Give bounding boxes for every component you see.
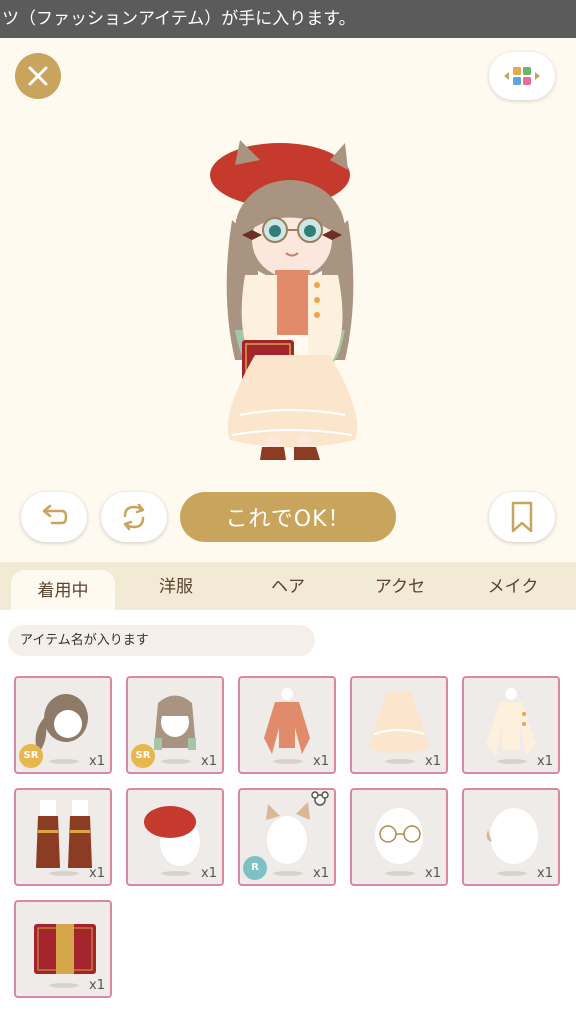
tab-wearing[interactable]: 着用中 — [11, 570, 115, 612]
cell-shadow — [497, 871, 527, 876]
color-palette-icon — [504, 67, 540, 85]
bookmark-icon — [511, 501, 533, 533]
item-quantity: x1 — [201, 866, 217, 881]
item-cell-boots[interactable]: x1 — [14, 788, 112, 886]
item-quantity: x1 — [425, 754, 441, 769]
item-quantity: x1 — [537, 754, 553, 769]
item-cell-round-glasses[interactable]: x1 — [350, 788, 448, 886]
item-quantity: x1 — [89, 754, 105, 769]
item-cell-cat-ears[interactable]: R x1 — [238, 788, 336, 886]
avatar-character — [210, 140, 358, 460]
cell-shadow — [385, 759, 415, 764]
info-banner: ツ（ファッションアイテム）が手に入ります。 — [0, 0, 576, 38]
undo-button[interactable] — [21, 492, 87, 542]
item-quantity: x1 — [89, 978, 105, 993]
cell-shadow — [49, 759, 79, 764]
cell-shadow — [385, 871, 415, 876]
undo-icon — [42, 504, 68, 525]
item-name-field: アイテム名が入ります — [8, 625, 315, 656]
cell-shadow — [161, 871, 191, 876]
bookmark-button[interactable] — [489, 492, 555, 542]
cell-shadow — [497, 759, 527, 764]
confirm-ok-button[interactable]: これでOK！ — [180, 492, 396, 542]
tab-accessory[interactable]: アクセ — [344, 562, 456, 610]
cell-shadow — [49, 871, 79, 876]
item-cell-book[interactable]: x1 — [14, 900, 112, 998]
cell-shadow — [49, 983, 79, 988]
item-cell-blouse[interactable]: x1 — [238, 676, 336, 774]
cell-shadow — [273, 871, 303, 876]
item-quantity: x1 — [537, 866, 553, 881]
color-palette-button[interactable] — [489, 52, 555, 100]
item-cell-lace-skirt[interactable]: x1 — [350, 676, 448, 774]
rarity-badge: SR — [19, 744, 43, 768]
tab-clothes[interactable]: 洋服 — [120, 562, 232, 610]
tab-makeup[interactable]: メイク — [456, 562, 570, 610]
item-quantity: x1 — [313, 866, 329, 881]
item-quantity: x1 — [313, 754, 329, 769]
item-cell-cardigan[interactable]: x1 — [462, 676, 560, 774]
rarity-badge: R — [243, 856, 267, 880]
rotate-icon — [123, 503, 145, 531]
cell-shadow — [161, 759, 191, 764]
item-quantity: x1 — [89, 866, 105, 881]
tab-hair[interactable]: ヘア — [232, 562, 344, 610]
item-cell-ponytail-hair[interactable]: SR x1 — [14, 676, 112, 774]
item-quantity: x1 — [201, 754, 217, 769]
banner-text: ツ（ファッションアイテム）が手に入ります。 — [2, 9, 356, 29]
item-cell-red-beret[interactable]: x1 — [126, 788, 224, 886]
rotate-button[interactable] — [101, 492, 167, 542]
category-tabs: 着用中 洋服 ヘア アクセ メイク — [0, 562, 576, 612]
close-button[interactable] — [15, 53, 61, 99]
rarity-badge: SR — [131, 744, 155, 768]
confirm-ok-label: これでOK！ — [225, 507, 351, 532]
close-icon — [28, 66, 48, 86]
item-cell-ear-accessory[interactable]: x1 — [462, 788, 560, 886]
item-cell-long-straight-hair[interactable]: SR x1 — [126, 676, 224, 774]
item-quantity: x1 — [425, 866, 441, 881]
cell-shadow — [273, 759, 303, 764]
